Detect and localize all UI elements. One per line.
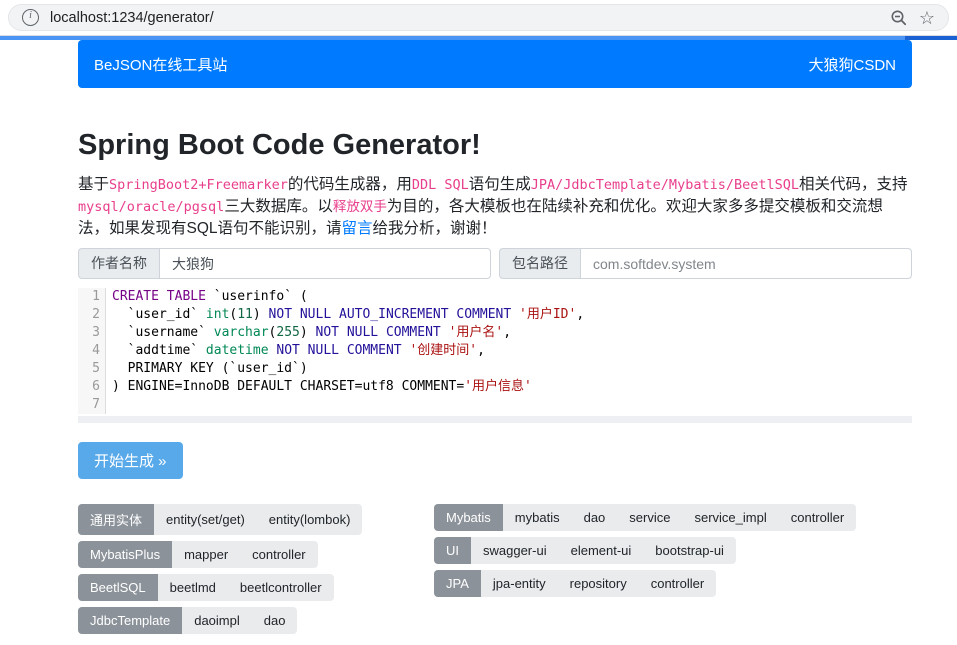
template-groups: 通用实体entity(set/get)entity(lombok) Mybatis… [78, 504, 912, 634]
group-label[interactable]: UI [434, 537, 471, 564]
line-number: 6 [78, 378, 106, 396]
inline-code: SpringBoot2+Freemarker [109, 177, 288, 193]
template-item[interactable]: dao [572, 504, 618, 531]
template-item[interactable]: swagger-ui [471, 537, 559, 564]
progress-bar-segment [905, 36, 957, 40]
group-label[interactable]: 通用实体 [78, 504, 154, 535]
group-label[interactable]: JdbcTemplate [78, 607, 182, 634]
page-content: BeJSON在线工具站 大狼狗CSDN Spring Boot Code Gen… [78, 40, 912, 634]
description-text: 语句生成 [469, 176, 531, 193]
template-item[interactable]: repository [558, 570, 639, 597]
line-number: 7 [78, 396, 106, 414]
code-line: 2 `user_id` int(11) NOT NULL AUTO_INCREM… [78, 306, 912, 324]
template-item[interactable]: controller [779, 504, 856, 531]
line-number: 1 [78, 288, 106, 306]
browser-window: i localhost:1234/generator/ ☆ BeJSON在线工具… [0, 0, 957, 634]
code-line: 7 [78, 396, 912, 414]
description-text: 的代码生成器，用 [288, 176, 412, 193]
group-label[interactable]: JPA [434, 570, 481, 597]
code-text: `user_id` int(11) NOT NULL AUTO_INCREMEN… [106, 306, 584, 324]
progress-bar [0, 36, 957, 40]
code-line: 3 `username` varchar(255) NOT NULL COMME… [78, 324, 912, 342]
group-label[interactable]: Mybatis [434, 504, 503, 531]
info-icon[interactable]: i [22, 9, 39, 26]
description-text: 相关代码，支持 [799, 176, 908, 193]
description-text: 基于 [78, 176, 109, 193]
template-groups-left-column: 通用实体entity(set/get)entity(lombok) Mybatis… [78, 504, 434, 634]
template-item[interactable]: dao [252, 607, 298, 634]
template-item[interactable]: jpa-entity [481, 570, 558, 597]
generate-button[interactable]: 开始生成 » [78, 442, 183, 479]
template-item[interactable]: service_impl [682, 504, 778, 531]
code-line: 6) ENGINE=InnoDB DEFAULT CHARSET=utf8 CO… [78, 378, 912, 396]
code-line: 1CREATE TABLE `userinfo` ( [78, 288, 912, 306]
template-item[interactable]: controller [639, 570, 716, 597]
template-item[interactable]: daoimpl [182, 607, 252, 634]
author-input-group: 作者名称 [78, 248, 491, 279]
zoom-out-icon[interactable] [890, 9, 908, 27]
code-text: `username` varchar(255) NOT NULL COMMENT… [106, 324, 511, 342]
url-text[interactable]: localhost:1234/generator/ [50, 10, 214, 26]
template-item[interactable]: mapper [172, 541, 240, 568]
line-number: 5 [78, 360, 106, 378]
page-title: Spring Boot Code Generator! [78, 128, 912, 162]
template-item[interactable]: beetlcontroller [228, 574, 334, 601]
template-item[interactable]: controller [240, 541, 317, 568]
inline-code: DDL SQL [412, 177, 469, 193]
form-row: 作者名称 包名路径 [78, 248, 912, 279]
csdn-link[interactable]: 大狼狗CSDN [808, 54, 896, 75]
package-label: 包名路径 [499, 248, 580, 279]
code-line: 5 PRIMARY KEY (`user_id`) [78, 360, 912, 378]
description-text: 三大数据库。以 [224, 198, 333, 215]
inline-code: JPA/JdbcTemplate/Mybatis/BeetlSQL [531, 177, 799, 193]
line-number: 3 [78, 324, 106, 342]
description: 基于SpringBoot2+Freemarker的代码生成器，用DDL SQL语… [78, 174, 912, 240]
template-item[interactable]: mybatis [503, 504, 572, 531]
template-group: JPAjpa-entityrepositorycontroller [434, 570, 716, 597]
code-text: `addtime` datetime NOT NULL COMMENT '创建时… [106, 342, 485, 360]
package-input[interactable] [580, 248, 912, 279]
code-text [106, 396, 112, 414]
template-item[interactable]: beetlmd [158, 574, 228, 601]
author-label: 作者名称 [78, 248, 159, 279]
template-group: Mybatismybatisdaoserviceservice_implcont… [434, 504, 856, 531]
template-group: JdbcTemplatedaoimpldao [78, 607, 297, 634]
template-item[interactable]: entity(lombok) [257, 504, 363, 535]
inline-code: mysql/oracle/pgsql [78, 199, 224, 215]
template-item[interactable]: element-ui [559, 537, 644, 564]
template-group: 通用实体entity(set/get)entity(lombok) [78, 504, 362, 535]
line-number: 2 [78, 306, 106, 324]
sql-editor[interactable]: 1CREATE TABLE `userinfo` (2 `user_id` in… [78, 288, 912, 423]
star-icon[interactable]: ☆ [919, 9, 935, 27]
template-group: BeetlSQLbeetlmdbeetlcontroller [78, 574, 334, 601]
url-bar[interactable]: i localhost:1234/generator/ ☆ [8, 4, 949, 31]
code-text: CREATE TABLE `userinfo` ( [106, 288, 308, 306]
message-link[interactable]: 留言 [342, 220, 373, 237]
group-label[interactable]: MybatisPlus [78, 541, 172, 568]
author-input[interactable] [159, 248, 491, 279]
code-text: ) ENGINE=InnoDB DEFAULT CHARSET=utf8 COM… [106, 378, 532, 396]
template-item[interactable]: entity(set/get) [154, 504, 257, 535]
inline-code: 释放双手 [333, 199, 387, 215]
brand-link[interactable]: BeJSON在线工具站 [94, 54, 227, 75]
group-label[interactable]: BeetlSQL [78, 574, 158, 601]
browser-toolbar: i localhost:1234/generator/ ☆ [0, 0, 957, 36]
template-group: MybatisPlusmappercontroller [78, 541, 318, 568]
template-groups-right-column: Mybatismybatisdaoserviceservice_implcont… [434, 504, 856, 634]
template-item[interactable]: service [617, 504, 682, 531]
site-navbar: BeJSON在线工具站 大狼狗CSDN [78, 40, 912, 88]
template-group: UIswagger-uielement-uibootstrap-ui [434, 537, 736, 564]
code-text: PRIMARY KEY (`user_id`) [106, 360, 308, 378]
code-line: 4 `addtime` datetime NOT NULL COMMENT '创… [78, 342, 912, 360]
description-text: 给我分析，谢谢！ [373, 220, 497, 237]
template-item[interactable]: bootstrap-ui [643, 537, 736, 564]
package-input-group: 包名路径 [499, 248, 912, 279]
line-number: 4 [78, 342, 106, 360]
